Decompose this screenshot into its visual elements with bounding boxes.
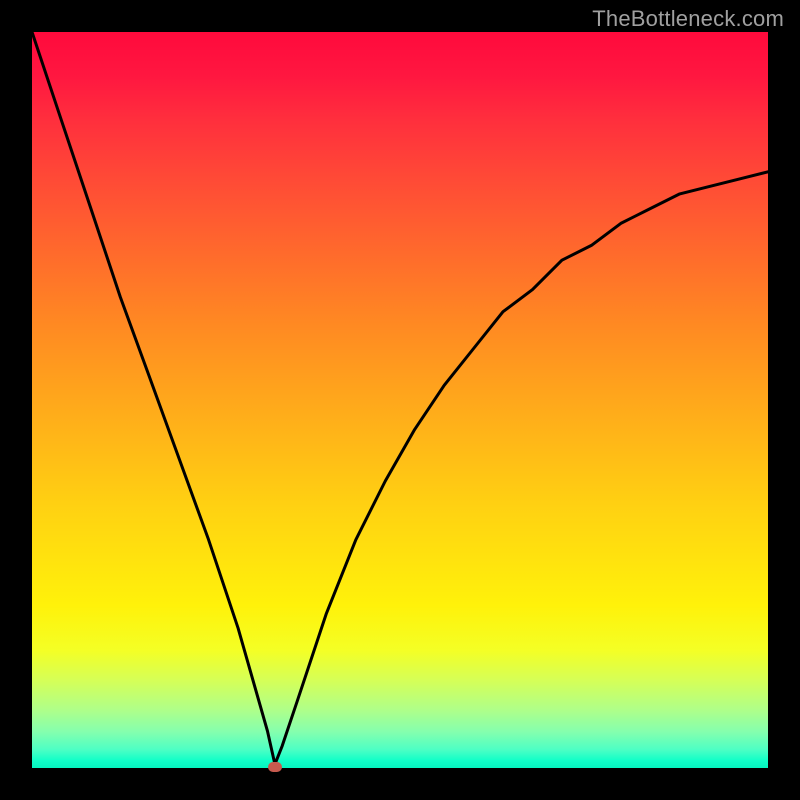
curve-path (32, 32, 768, 764)
minimum-marker (268, 762, 282, 772)
bottleneck-curve (32, 32, 768, 768)
chart-stage: TheBottleneck.com (0, 0, 800, 800)
watermark-text: TheBottleneck.com (592, 6, 784, 32)
plot-area (32, 32, 768, 768)
